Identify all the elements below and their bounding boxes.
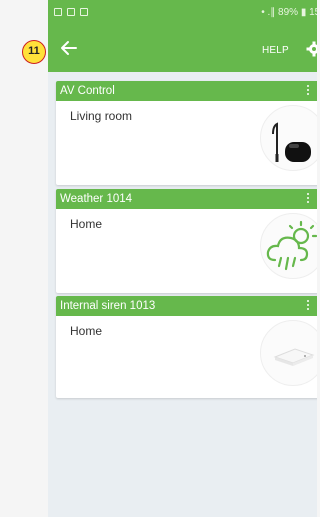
- status-bar: • .∥ 89% ▮ 15:: [48, 0, 317, 26]
- image-notification-icon: [67, 8, 75, 16]
- device-card[interactable]: Weather 1014 Home: [56, 189, 317, 293]
- device-title: Internal siren 1013: [60, 300, 156, 312]
- device-card-body: Home: [56, 316, 317, 398]
- device-card-header: AV Control: [56, 81, 317, 101]
- status-right: • .∥ 89% ▮ 15:: [261, 7, 317, 18]
- device-card[interactable]: Internal siren 1013 Home: [56, 296, 317, 398]
- device-card-header: Weather 1014: [56, 189, 317, 209]
- device-title: AV Control: [60, 85, 115, 97]
- siren-device-icon: [260, 320, 317, 386]
- notification-icons: [54, 8, 88, 16]
- gallery-notification-icon: [54, 8, 62, 16]
- av-control-device-icon: [260, 105, 317, 171]
- device-card-header: Internal siren 1013: [56, 296, 317, 316]
- more-options-icon[interactable]: [306, 300, 310, 312]
- app-screen: • .∥ 89% ▮ 15: HELP AV Control Living ro…: [48, 0, 317, 517]
- device-location: Living room: [70, 109, 133, 123]
- device-card-body: Living room: [56, 101, 317, 185]
- weather-cloud-sun-rain-icon: [260, 213, 317, 279]
- photo-notification-icon: [80, 8, 88, 16]
- help-button[interactable]: HELP: [262, 45, 289, 56]
- back-arrow-icon[interactable]: [59, 38, 79, 58]
- more-options-icon[interactable]: [306, 85, 310, 97]
- device-card-body: Home: [56, 209, 317, 293]
- gear-icon[interactable]: [306, 41, 317, 57]
- device-location: Home: [70, 217, 103, 231]
- device-card[interactable]: AV Control Living room: [56, 81, 317, 185]
- device-location: Home: [70, 324, 103, 338]
- more-options-icon[interactable]: [306, 193, 310, 205]
- screen: • .∥ 89% ▮ 15: HELP AV Control Living ro…: [0, 0, 317, 517]
- device-title: Weather 1014: [60, 193, 133, 205]
- annotation-badge: 11: [22, 40, 46, 64]
- app-bar: HELP: [48, 26, 317, 72]
